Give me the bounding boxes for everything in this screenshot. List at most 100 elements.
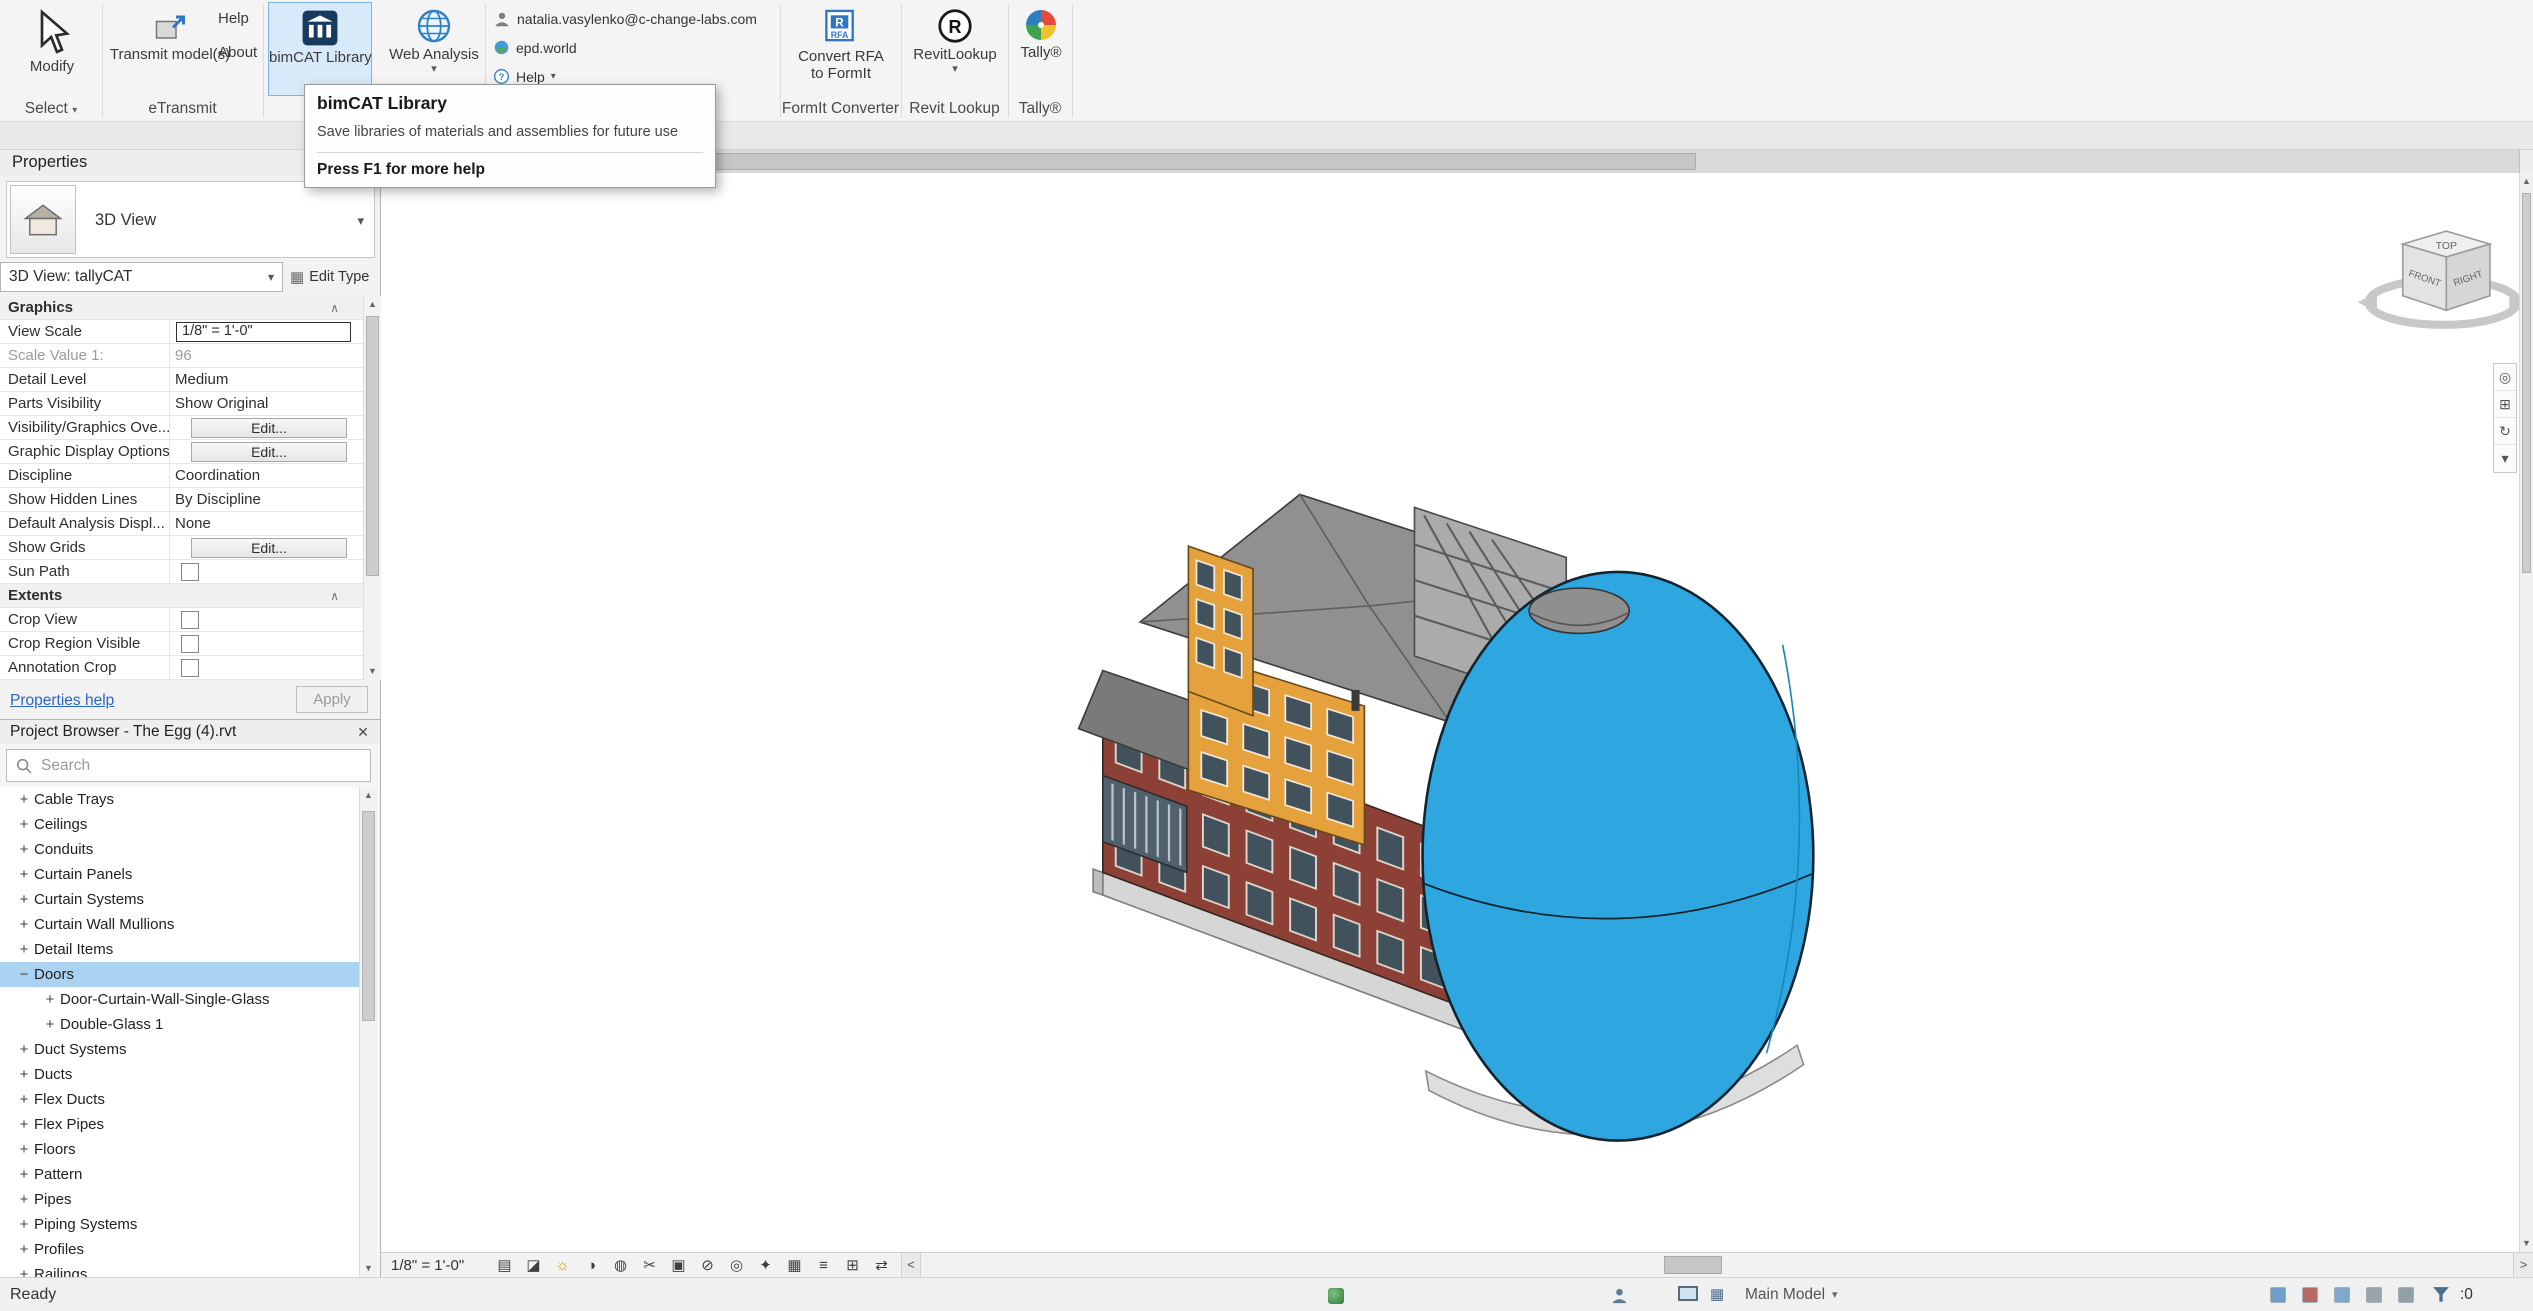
expand-icon[interactable]: + xyxy=(14,1041,34,1058)
tree-item-curtain-systems[interactable]: +Curtain Systems xyxy=(0,887,359,912)
reveal-hidden-elements-icon[interactable]: ✦ xyxy=(751,1253,780,1278)
expand-icon[interactable]: + xyxy=(14,1191,34,1208)
tree-item-profiles[interactable]: +Profiles xyxy=(0,1237,359,1262)
expand-icon[interactable]: + xyxy=(14,1091,34,1108)
property-value[interactable]: None xyxy=(175,515,211,532)
show-crop-region-icon[interactable]: ▣ xyxy=(664,1253,693,1278)
properties-help-link[interactable]: Properties help xyxy=(10,692,114,710)
tree-item-curtain-panels[interactable]: +Curtain Panels xyxy=(0,862,359,887)
expand-icon[interactable]: + xyxy=(14,916,34,933)
scroll-left-icon[interactable]: < xyxy=(901,1253,921,1278)
tree-item-pipes[interactable]: +Pipes xyxy=(0,1187,359,1212)
egg-structure[interactable] xyxy=(1423,572,1814,1141)
sun-path-icon[interactable]: ☼ xyxy=(548,1253,577,1278)
collapse-chevron-icon[interactable]: ∧ xyxy=(330,301,339,315)
expand-icon[interactable]: + xyxy=(14,1216,34,1233)
close-icon[interactable]: × xyxy=(352,720,374,744)
scroll-down-icon[interactable]: ▼ xyxy=(364,663,381,680)
view-type-icon-button[interactable] xyxy=(10,185,76,254)
tree-item-flex-pipes[interactable]: +Flex Pipes xyxy=(0,1112,359,1137)
design-options-icon[interactable]: ▦ xyxy=(1710,1286,1724,1304)
select-pinned-icon[interactable] xyxy=(2334,1287,2350,1303)
collapse-icon[interactable]: − xyxy=(14,966,34,983)
pan-icon[interactable]: ⊞ xyxy=(2494,391,2516,418)
edit-button[interactable]: Edit... xyxy=(191,538,347,558)
type-selector[interactable]: 3D View ▾ xyxy=(6,181,375,258)
tree-item-piping-systems[interactable]: +Piping Systems xyxy=(0,1212,359,1237)
displacement-icon[interactable]: ⇄ xyxy=(867,1253,896,1278)
active-view-icon[interactable] xyxy=(1678,1286,1698,1301)
tree-item-double-glass-1[interactable]: +Double-Glass 1 xyxy=(0,1012,359,1037)
edit-button[interactable]: Edit... xyxy=(191,442,347,462)
tree-item-floors[interactable]: +Floors xyxy=(0,1137,359,1162)
tree-item-railings[interactable]: +Railings xyxy=(0,1262,359,1278)
shadows-icon[interactable]: ◑ xyxy=(577,1253,606,1278)
revitlookup-button[interactable]: R RevitLookup ▾ xyxy=(907,2,1003,96)
about-small-button[interactable]: About xyxy=(218,44,257,61)
model-3d-view[interactable]: TOP FRONT RIGHT xyxy=(381,173,2519,1252)
modify-button[interactable]: Modify xyxy=(8,2,96,96)
view-scale-control[interactable]: 1/8" = 1'-0" xyxy=(391,1253,464,1278)
edit-button[interactable]: Edit... xyxy=(191,418,347,438)
property-checkbox[interactable] xyxy=(181,659,199,677)
properties-scrollbar[interactable]: ▲ ▼ xyxy=(363,296,381,680)
chevron-down-icon[interactable]: ▾ xyxy=(2494,445,2516,472)
tray-epd-icon[interactable] xyxy=(1328,1288,1344,1304)
visual-style-icon[interactable]: ◪ xyxy=(519,1253,548,1278)
scroll-right-icon[interactable]: > xyxy=(2513,1253,2533,1278)
browser-scrollbar[interactable]: ▲ ▼ xyxy=(359,787,377,1277)
section-graphics[interactable]: Graphics∧ xyxy=(0,296,363,320)
property-value[interactable]: Show Original xyxy=(175,395,268,412)
expand-icon[interactable]: + xyxy=(14,891,34,908)
scrollbar-thumb[interactable] xyxy=(1664,1256,1722,1274)
help-small-button[interactable]: Help xyxy=(218,10,249,27)
expand-icon[interactable]: + xyxy=(14,1116,34,1133)
expand-icon[interactable]: + xyxy=(14,1066,34,1083)
tree-item-flex-ducts[interactable]: +Flex Ducts xyxy=(0,1087,359,1112)
tree-item-conduits[interactable]: +Conduits xyxy=(0,837,359,862)
expand-icon[interactable]: + xyxy=(14,1241,34,1258)
expand-icon[interactable]: + xyxy=(40,991,60,1008)
scroll-up-icon[interactable]: ▲ xyxy=(364,296,381,313)
tree-item-pattern[interactable]: +Pattern xyxy=(0,1162,359,1187)
dome[interactable] xyxy=(1529,588,1629,633)
collapse-chevron-icon[interactable]: ∧ xyxy=(330,589,339,603)
scrollbar-thumb[interactable] xyxy=(2522,193,2531,573)
scrollbar-thumb[interactable] xyxy=(366,316,379,576)
tree-item-cable-trays[interactable]: +Cable Trays xyxy=(0,787,359,812)
crop-view-icon[interactable]: ✂ xyxy=(635,1253,664,1278)
worksets-user-icon[interactable] xyxy=(1610,1286,1629,1305)
steering-wheel-icon[interactable]: ◎ xyxy=(2494,364,2516,391)
select-links-icon[interactable] xyxy=(2270,1287,2286,1303)
scroll-down-icon[interactable]: ▼ xyxy=(360,1260,377,1277)
drag-on-selection-icon[interactable] xyxy=(2398,1287,2414,1303)
analytical-model-icon[interactable]: ≡ xyxy=(809,1253,838,1278)
scroll-down-icon[interactable]: ▼ xyxy=(2520,1235,2533,1252)
expand-icon[interactable]: + xyxy=(14,866,34,883)
property-checkbox[interactable] xyxy=(181,611,199,629)
tree-item-ducts[interactable]: +Ducts xyxy=(0,1062,359,1087)
expand-icon[interactable]: + xyxy=(40,1016,60,1033)
expand-icon[interactable]: + xyxy=(14,1141,34,1158)
scrollbar-thumb[interactable] xyxy=(362,811,375,1021)
tree-item-curtain-wall-mullions[interactable]: +Curtain Wall Mullions xyxy=(0,912,359,937)
constraints-icon[interactable]: ⊞ xyxy=(838,1253,867,1278)
select-by-face-icon[interactable] xyxy=(2366,1287,2382,1303)
tree-item-duct-systems[interactable]: +Duct Systems xyxy=(0,1037,359,1062)
scrollbar-button[interactable] xyxy=(2519,150,2533,173)
web-analysis-button[interactable]: Web Analysis ▾ xyxy=(386,2,482,96)
chevron-down-icon[interactable]: ▾ xyxy=(1832,1278,1838,1311)
temporary-view-properties-icon[interactable]: ▦ xyxy=(780,1253,809,1278)
scroll-up-icon[interactable]: ▲ xyxy=(360,787,377,804)
account-email-item[interactable]: natalia.vasylenko@c-change-labs.com xyxy=(493,4,778,33)
orbit-icon[interactable]: ↻ xyxy=(2494,418,2516,445)
select-underlay-icon[interactable] xyxy=(2302,1287,2318,1303)
tree-item-door-curtain-wall-single-glass[interactable]: +Door-Curtain-Wall-Single-Glass xyxy=(0,987,359,1012)
lock-3d-view-icon[interactable]: ⊘ xyxy=(693,1253,722,1278)
property-value[interactable]: Coordination xyxy=(175,467,260,484)
expand-icon[interactable]: + xyxy=(14,841,34,858)
tree-item-detail-items[interactable]: +Detail Items xyxy=(0,937,359,962)
tree-item-doors[interactable]: −Doors xyxy=(0,962,359,987)
property-value-input[interactable]: 1/8" = 1'-0" xyxy=(176,322,351,342)
property-value[interactable]: Medium xyxy=(175,371,228,388)
